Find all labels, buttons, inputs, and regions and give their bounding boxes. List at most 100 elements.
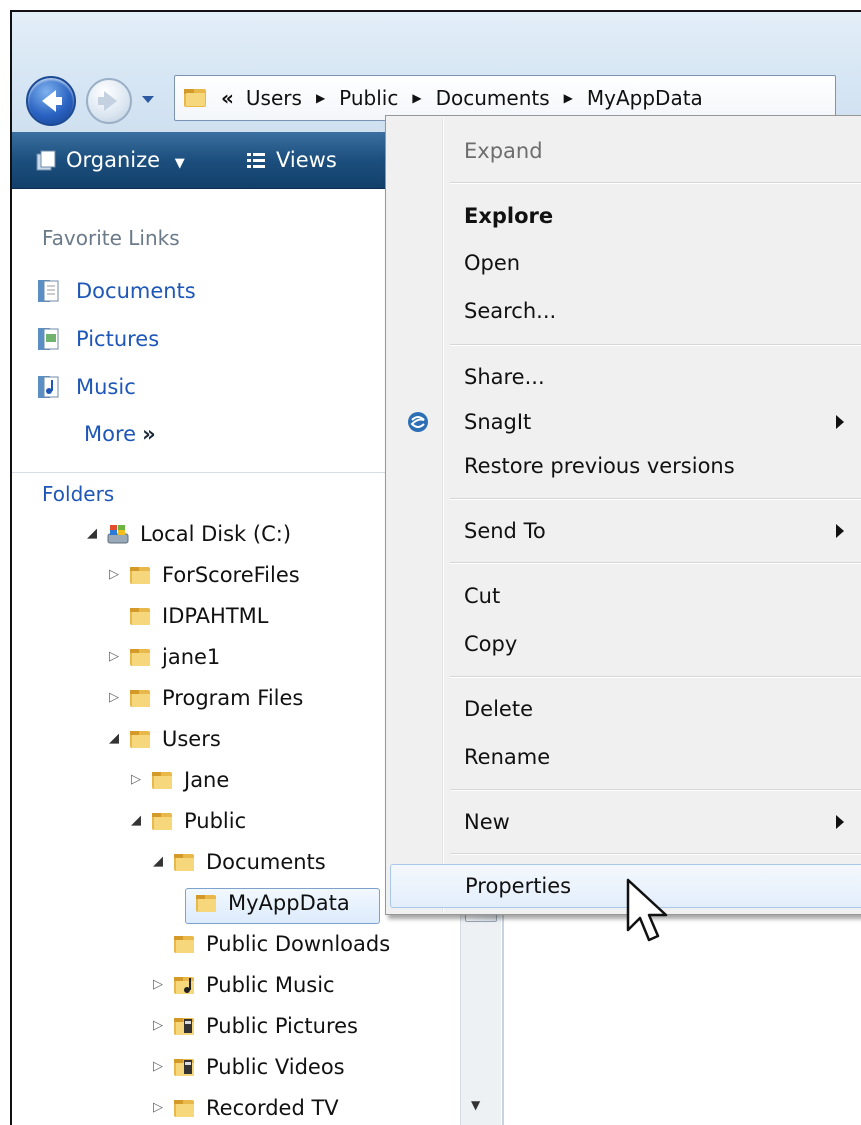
tree-item[interactable]: ▷ Public Music (150, 967, 335, 1003)
menu-item-label: Restore previous versions (464, 454, 735, 478)
explorer-window: « Users ▶ Public ▶ Documents ▶ MyAppData… (10, 10, 861, 1125)
favorite-link-pictures[interactable]: Pictures (36, 326, 159, 352)
tree-item[interactable]: ▷ Public Videos (150, 1049, 345, 1085)
tree-item-label: Public Pictures (206, 1014, 358, 1038)
folders-title: Folders (42, 482, 115, 506)
tree-collapsed-icon[interactable]: ▷ (106, 557, 122, 593)
tree-item[interactable]: ▷ Recorded TV (150, 1090, 339, 1125)
menu-item-rename[interactable]: Rename (390, 736, 861, 778)
menu-separator (450, 853, 861, 855)
tree-collapsed-icon[interactable]: ▷ (150, 1049, 166, 1085)
organize-label: Organize (66, 148, 161, 172)
menu-item-restore-previous-versions[interactable]: Restore previous versions (390, 445, 861, 487)
breadcrumb-documents[interactable]: Documents (436, 76, 550, 120)
breadcrumb-myappdata[interactable]: MyAppData (587, 76, 703, 120)
breadcrumb-separator-icon[interactable]: ▶ (316, 76, 325, 120)
favorite-links-title: Favorite Links (42, 226, 180, 250)
tree-collapsed-icon[interactable]: ▷ (150, 967, 166, 1003)
tree-expanded-icon[interactable]: ◢ (128, 803, 144, 839)
tree-item-label: Jane (184, 768, 230, 792)
menu-item-label: Send To (464, 519, 546, 543)
menu-item-label: Rename (464, 745, 551, 769)
back-button[interactable] (26, 76, 76, 126)
favorite-link-label: Documents (76, 279, 196, 303)
more-label: More (84, 422, 137, 446)
breadcrumb-separator-icon[interactable]: ▶ (564, 76, 573, 120)
tree-item-label: jane1 (162, 645, 221, 669)
favorite-link-documents[interactable]: Documents (36, 278, 196, 304)
tree-item[interactable]: ▷ Public Pictures (150, 1008, 358, 1044)
folder-icon (196, 895, 216, 912)
breadcrumb-separator-icon[interactable]: ▶ (412, 76, 421, 120)
more-favorites-link[interactable]: More» (84, 422, 156, 446)
tree-item[interactable]: ◢ Local Disk (C:) (84, 516, 291, 552)
menu-separator (450, 182, 861, 184)
tree-item[interactable]: ▷ Program Files (106, 680, 303, 716)
organize-icon (36, 150, 56, 171)
menu-item-snagit[interactable]: SnagIt (390, 401, 861, 443)
tree-item-label: Public Videos (206, 1055, 345, 1079)
breadcrumb-overflow[interactable]: « (221, 76, 234, 120)
tree-expanded-icon[interactable]: ◢ (106, 721, 122, 757)
tree-item[interactable]: ◢ Users (106, 721, 221, 757)
breadcrumb-users[interactable]: Users (246, 76, 302, 120)
drive-icon (107, 525, 129, 544)
favorite-link-music[interactable]: Music (36, 374, 136, 400)
pictures-icon (38, 328, 59, 350)
menu-item-label: Explore (464, 204, 554, 228)
folder-icon (184, 89, 206, 107)
menu-item-label: Delete (464, 697, 533, 721)
snagit-icon (408, 412, 428, 432)
breadcrumb-public[interactable]: Public (339, 76, 398, 120)
menu-item-delete[interactable]: Delete (390, 688, 861, 730)
tree-item[interactable]: ◢ Documents (150, 844, 326, 880)
scroll-down-arrow-icon[interactable]: ▼ (471, 1098, 480, 1112)
menu-item-new[interactable]: New (390, 801, 861, 843)
menu-item-open[interactable]: Open (390, 242, 861, 284)
mouse-pointer-icon (626, 878, 668, 942)
folder-icon (130, 649, 150, 666)
menu-item-explore[interactable]: Explore (390, 195, 861, 237)
tree-item-label: Public Music (206, 973, 335, 997)
tree-item[interactable]: Public Downloads (150, 926, 390, 962)
views-button[interactable]: Views (244, 132, 337, 188)
tree-item[interactable]: ▷ Jane (128, 762, 229, 798)
context-menu: Expand Explore Open Search... Share... S… (385, 115, 861, 915)
folder-icon (174, 854, 194, 871)
tree-collapsed-icon[interactable]: ▷ (128, 762, 144, 798)
menu-item-search[interactable]: Search... (390, 290, 861, 332)
organize-button[interactable]: Organize ▼ (34, 132, 185, 188)
menu-item-expand[interactable]: Expand (390, 130, 861, 172)
favorite-link-label: Music (76, 375, 136, 399)
tree-item-label: MyAppData (228, 891, 350, 915)
menu-item-share[interactable]: Share... (390, 356, 861, 398)
menu-item-cut[interactable]: Cut (390, 575, 861, 617)
tree-collapsed-icon[interactable]: ▷ (106, 680, 122, 716)
tree-collapsed-icon[interactable]: ▷ (150, 1008, 166, 1044)
tree-collapsed-icon[interactable]: ▷ (150, 1090, 166, 1125)
forward-arrow-icon (98, 91, 117, 111)
tree-item[interactable]: ▷ ForScoreFiles (106, 557, 300, 593)
folder-icon (152, 813, 172, 830)
folder-icon (130, 731, 150, 748)
views-icon (247, 153, 265, 168)
pictures-folder-icon (174, 1018, 194, 1035)
chevron-down-icon: ▼ (174, 156, 185, 171)
documents-icon (38, 280, 59, 302)
tree-item[interactable]: ◢ Public (128, 803, 246, 839)
menu-separator (450, 676, 861, 678)
menu-item-label: Cut (464, 584, 501, 608)
menu-item-copy[interactable]: Copy (390, 623, 861, 665)
menu-separator (450, 562, 861, 564)
tree-expanded-icon[interactable]: ◢ (84, 516, 100, 552)
tree-item[interactable]: MyAppData (172, 885, 350, 921)
menu-separator (450, 498, 861, 500)
tree-item[interactable]: IDPAHTML (106, 598, 269, 634)
tree-collapsed-icon[interactable]: ▷ (106, 639, 122, 675)
forward-button[interactable] (86, 78, 132, 124)
tree-item[interactable]: ▷ jane1 (106, 639, 220, 675)
tree-item-label: Local Disk (C:) (140, 522, 292, 546)
recent-pages-dropdown-icon[interactable] (140, 92, 156, 106)
tree-expanded-icon[interactable]: ◢ (150, 844, 166, 880)
menu-item-send-to[interactable]: Send To (390, 510, 861, 552)
